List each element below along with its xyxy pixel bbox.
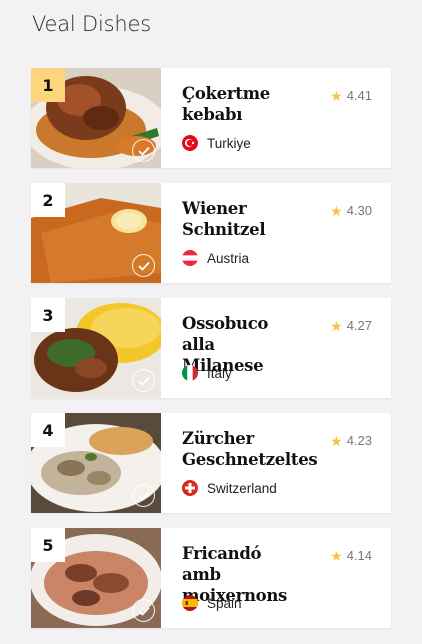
turkey-flag-icon — [182, 135, 198, 151]
rating-value: 4.14 — [346, 548, 372, 563]
spain-flag-icon — [182, 595, 198, 611]
star-icon: ★ — [330, 317, 343, 334]
rank-badge: 4 — [31, 413, 65, 447]
check-icon[interactable] — [132, 369, 155, 392]
rating-value: 4.23 — [346, 433, 372, 448]
dish-card[interactable]: 2 Wiener Schnitzel ★ 4.30 Austria — [31, 183, 391, 283]
rating-value: 4.27 — [346, 318, 372, 333]
country-name: Turkiye — [207, 135, 251, 151]
page-title: Veal Dishes — [32, 12, 151, 36]
star-icon: ★ — [330, 202, 343, 219]
dish-photo[interactable]: 4 — [31, 413, 161, 513]
dish-name[interactable]: Zürcher Geschnetzeltes — [182, 428, 318, 470]
dish-card[interactable]: 1 Çokertme kebabı ★ 4.41 Turkiye — [31, 68, 391, 168]
switzerland-flag-icon — [182, 480, 198, 496]
country[interactable]: Italy — [182, 365, 232, 381]
country-name: Austria — [207, 250, 250, 266]
dish-photo[interactable]: 2 — [31, 183, 161, 283]
star-icon: ★ — [330, 432, 343, 449]
check-icon[interactable] — [132, 484, 155, 507]
dish-card[interactable]: 4 Zürcher Geschnetzeltes ★ 4.23 Switzerl… — [31, 413, 391, 513]
dish-photo[interactable]: 1 — [31, 68, 161, 168]
rank-badge: 2 — [31, 183, 65, 217]
rating: ★ 4.23 — [330, 433, 372, 448]
dish-list: 1 Çokertme kebabı ★ 4.41 Turkiye 2 Wiene… — [31, 68, 391, 643]
star-icon: ★ — [330, 87, 343, 104]
rank-badge: 1 — [31, 68, 65, 102]
rating: ★ 4.27 — [330, 318, 372, 333]
italy-flag-icon — [182, 365, 198, 381]
country[interactable]: Austria — [182, 250, 249, 266]
check-icon[interactable] — [132, 599, 155, 622]
rating: ★ 4.30 — [330, 203, 372, 218]
rank-badge: 3 — [31, 298, 65, 332]
rating-value: 4.41 — [346, 88, 372, 103]
rating-value: 4.30 — [346, 203, 372, 218]
check-icon[interactable] — [132, 254, 155, 277]
rating: ★ 4.14 — [330, 548, 372, 563]
dish-card[interactable]: 3 Ossobuco alla Milanese ★ 4.27 Italy — [31, 298, 391, 398]
country[interactable]: Switzerland — [182, 480, 277, 496]
country[interactable]: Turkiye — [182, 135, 251, 151]
country-name: Italy — [207, 365, 232, 381]
rating: ★ 4.41 — [330, 88, 372, 103]
dish-photo[interactable]: 3 — [31, 298, 161, 398]
dish-card[interactable]: 5 Fricandó amb moixernons ★ 4.14 Spain — [31, 528, 391, 628]
check-icon[interactable] — [132, 139, 155, 162]
star-icon: ★ — [330, 547, 343, 564]
dish-photo[interactable]: 5 — [31, 528, 161, 628]
rank-badge: 5 — [31, 528, 65, 562]
country[interactable]: Spain — [182, 595, 242, 611]
country-name: Switzerland — [207, 480, 277, 496]
country-name: Spain — [207, 595, 242, 611]
austria-flag-icon — [182, 250, 198, 266]
dish-name[interactable]: Çokertme kebabı — [182, 83, 300, 125]
dish-name[interactable]: Wiener Schnitzel — [182, 198, 300, 240]
